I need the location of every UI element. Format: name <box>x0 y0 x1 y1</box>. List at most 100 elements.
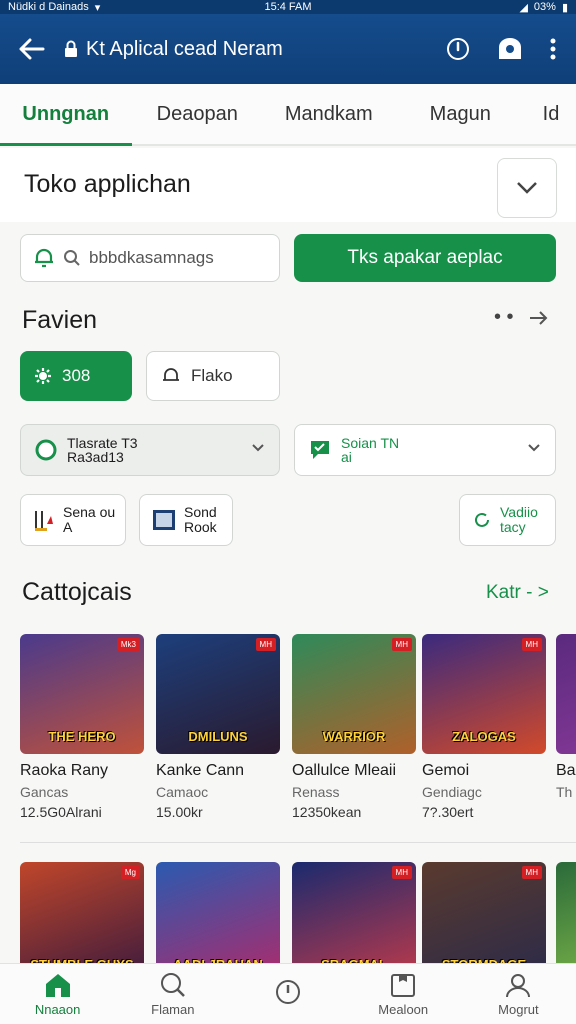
game-name: Ba <box>556 762 576 779</box>
status-bar: Nüdki d Dainads ▾ 15:4 FAM ◢ 03% ▮ <box>0 0 576 14</box>
game-name: Gemoi <box>422 762 470 779</box>
signal-icon: ◢ <box>519 1 528 14</box>
search-icon <box>160 972 185 997</box>
game-name: Oallulce Mleaii <box>292 762 397 779</box>
game-card[interactable]: MH DMILUNS Kanke Cann Camaoc 15.00kr <box>156 634 280 820</box>
game-genre: Renass <box>292 784 340 800</box>
categories-title: Cattojcais <box>22 578 132 606</box>
bell-icon <box>35 248 53 268</box>
more-dots: • • <box>494 306 514 328</box>
favorite-chip-flako[interactable]: Flako <box>146 351 280 401</box>
home-icon <box>45 973 70 997</box>
game-thumbnail[interactable]: MHSRAGMAL <box>292 862 416 963</box>
game-card[interactable]: MHSTORMDAGE <box>422 862 546 963</box>
small-chip-3-line1: Vadiio <box>500 504 538 520</box>
account-icon[interactable] <box>496 37 524 61</box>
small-chip-sond[interactable]: Sond Rook <box>139 494 233 546</box>
nav-search[interactable]: Flaman <box>115 964 230 1024</box>
game-art-title: WARRIOR <box>322 729 386 744</box>
arrow-right-icon <box>529 310 547 325</box>
categories-see-all-link[interactable]: Katr - > <box>486 582 549 604</box>
bell-outline-icon <box>163 368 179 381</box>
install-button[interactable]: Tks apakar aeplac <box>294 234 556 282</box>
nav-library[interactable]: Mealoon <box>346 964 461 1024</box>
search-input[interactable]: bbbdkasamnags <box>20 234 280 282</box>
small-chip-vadiio[interactable]: Vadiio tacy <box>459 494 556 546</box>
game-size: 12350kean <box>292 804 362 820</box>
tab-mandkam[interactable]: Mandkam <box>263 84 395 144</box>
game-thumbnail[interactable]: MH ZALOGAS <box>422 634 546 754</box>
game-thumbnail[interactable]: AADI JRAHAN <box>156 862 280 963</box>
tab-id[interactable]: Id <box>526 84 576 144</box>
game-card[interactable]: MHSRAGMAL <box>292 862 416 963</box>
game-genre: Gendiagc <box>422 784 482 800</box>
game-thumbnail[interactable] <box>556 634 576 754</box>
more-vert-icon[interactable] <box>550 38 556 60</box>
chevron-down-icon <box>528 444 540 452</box>
game-size: 7?.30ert <box>422 804 474 820</box>
game-badge: MH <box>521 866 542 879</box>
game-art-title: DMILUNS <box>188 729 248 744</box>
small-chip-2-line2: Rook <box>184 519 217 535</box>
game-card[interactable]: AADI JRAHAN <box>156 862 280 963</box>
game-card[interactable]: Ba Th <box>556 634 576 804</box>
bottom-nav: Nnaaon Flaman Mealoon Mogrut <box>0 963 576 1024</box>
select-right-line1: Soian TN <box>341 435 400 451</box>
game-thumbnail[interactable]: MH WARRIOR <box>292 634 416 754</box>
game-thumbnail[interactable] <box>556 862 576 963</box>
game-card[interactable]: MgSTUMBLE GUYS <box>20 862 144 963</box>
book-icon <box>153 510 175 530</box>
game-card[interactable]: Mk3 THE HERO Raoka Rany Gancas 12.5G0Alrani <box>20 634 144 820</box>
game-badge: MH <box>391 866 412 879</box>
favorite-select-left[interactable]: Tlasrate T3 Ra3ad13 <box>20 424 280 476</box>
favorite-chip-308[interactable]: 308 <box>20 351 132 401</box>
game-badge: Mg <box>120 866 140 879</box>
game-card[interactable] <box>556 862 576 963</box>
favorite-select-right[interactable]: Soian TN ai <box>294 424 556 476</box>
game-thumbnail[interactable]: MHSTORMDAGE <box>422 862 546 963</box>
select-right-line2: ai <box>341 449 352 465</box>
game-card[interactable]: MH ZALOGAS Gemoi Gendiagc 7?.30ert <box>422 634 546 820</box>
chevron-down-icon <box>252 444 264 452</box>
chip-label: Flako <box>191 366 233 385</box>
game-art-title: THE HERO <box>48 729 116 744</box>
lock-icon <box>65 40 77 57</box>
library-icon <box>391 973 416 997</box>
nav-label: Nnaaon <box>34 1001 81 1017</box>
back-arrow-icon <box>19 38 45 60</box>
tools-icon <box>35 511 53 531</box>
nav-profile[interactable]: Mogrut <box>461 964 576 1024</box>
game-thumbnail[interactable]: MgSTUMBLE GUYS <box>20 862 144 963</box>
game-size: 12.5G0Alrani <box>20 804 102 820</box>
main-content: Toko applichan bbbdkasamnags Tks apakar … <box>0 148 576 963</box>
nav-label: Flaman <box>151 1001 195 1017</box>
tab-deaopan[interactable]: Deaopan <box>132 84 264 144</box>
small-chip-1-line1: Sena ou <box>63 504 116 520</box>
nav-label: Mogrut <box>498 1001 539 1017</box>
game-genre: Gancas <box>20 784 69 800</box>
tab-magun[interactable]: Magun <box>395 84 527 144</box>
game-thumbnail[interactable]: MH DMILUNS <box>156 634 280 754</box>
store-dropdown-button[interactable] <box>497 158 557 218</box>
nav-compass[interactable] <box>230 964 345 1024</box>
game-name: Kanke Cann <box>156 762 245 779</box>
gear-icon <box>35 368 51 384</box>
small-chip-2-line1: Sond <box>184 504 217 520</box>
app-bar: Kt Aplical cead Neram <box>0 14 576 84</box>
nav-home[interactable]: Nnaaon <box>0 964 115 1024</box>
chevron-down-icon <box>517 182 537 194</box>
store-header: Toko applichan <box>0 148 576 222</box>
divider <box>20 842 576 843</box>
tab-unngnan[interactable]: Unngnan <box>0 84 132 146</box>
battery-icon: ▮ <box>561 1 568 14</box>
small-chip-1-line2: A <box>63 519 73 535</box>
back-button[interactable] <box>0 14 64 84</box>
game-thumbnail[interactable]: Mk3 THE HERO <box>20 634 144 754</box>
game-card[interactable]: MH WARRIOR Oallulce Mleaii Renass 12350kean <box>292 634 416 820</box>
refresh-icon <box>475 512 489 527</box>
alert-icon[interactable] <box>446 37 470 61</box>
small-chip-sena[interactable]: Sena ou A <box>20 494 126 546</box>
favorites-more[interactable]: • • <box>494 306 550 329</box>
chip-label: 308 <box>62 366 91 385</box>
store-title: Toko applichan <box>24 170 191 198</box>
